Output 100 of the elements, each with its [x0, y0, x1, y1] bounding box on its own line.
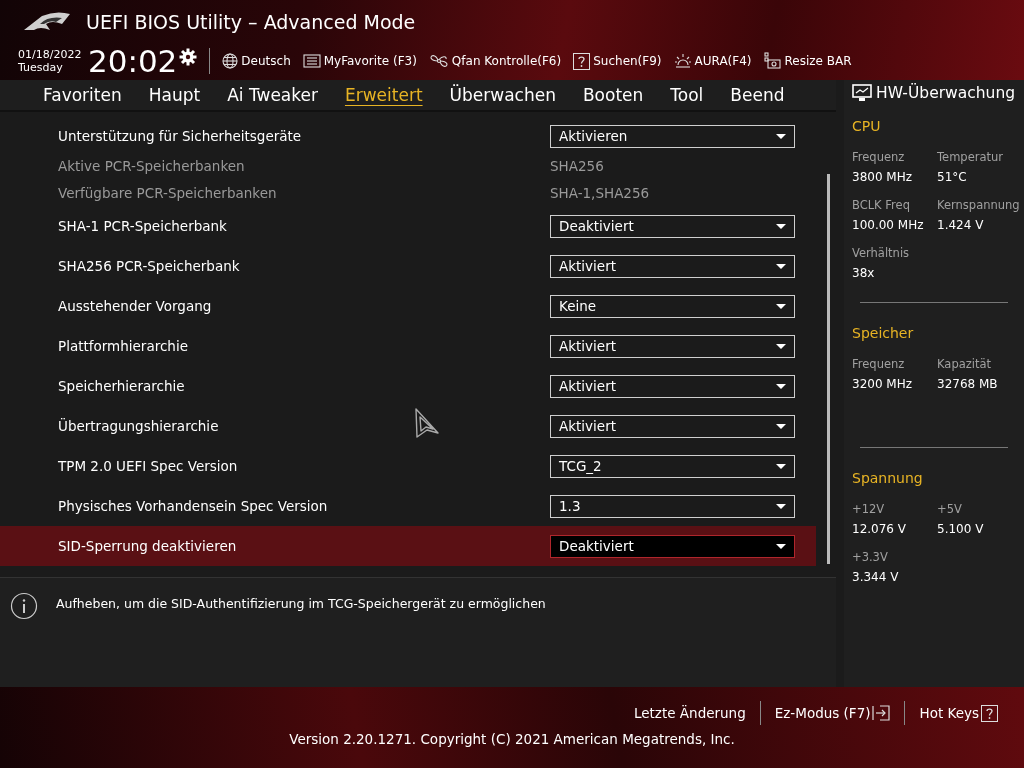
selected-row-highlight[interactable]: SID-Sperrung deaktivieren Deaktiviert [0, 526, 816, 566]
caret-icon [776, 263, 786, 269]
setting-row[interactable]: Verfügbare PCR-Speicherbanken SHA-1,SHA256 [0, 179, 816, 206]
toolbar-button[interactable]: Resize BAR [763, 52, 852, 70]
footer-button[interactable]: Letzte Änderung [620, 705, 760, 721]
menu-tab[interactable]: Booten [569, 85, 657, 105]
setting-dropdown[interactable]: Aktiviert [550, 254, 795, 278]
setting-label: Ausstehender Vorgang [58, 298, 213, 314]
menu-tab[interactable]: Erweitert [331, 85, 436, 105]
card-icon [763, 52, 782, 70]
help-icon [573, 52, 591, 70]
setting-row[interactable]: Unterstützung für Sicherheitsgeräte Aktivieren [0, 120, 816, 152]
day-text: Tuesday [18, 61, 64, 74]
setting-dropdown[interactable]: Aktiviert [550, 374, 795, 398]
section-title: Speicher [852, 325, 915, 341]
setting-row[interactable]: Übertragungshierarchie Aktiviert [0, 406, 816, 446]
setting-label: SHA256 PCR-Speicherbank [58, 258, 241, 274]
section-title: Spannung [852, 470, 924, 486]
menu-tab[interactable]: Überwachen [436, 85, 569, 105]
setting-row[interactable]: TPM 2.0 UEFI Spec Version TCG_2 [0, 446, 816, 486]
clock-time: 20:02 [88, 43, 178, 79]
setting-label: Verfügbare PCR-Speicherbanken [58, 184, 278, 201]
menu-tab[interactable]: Tool [657, 85, 717, 105]
setting-dropdown[interactable]: TCG_2 [550, 454, 795, 478]
stat-value: 5.100 V [937, 522, 985, 536]
stat-label: Kapazität [937, 357, 993, 371]
setting-value: SHA-1,SHA256 [550, 184, 650, 201]
setting-label: SHA-1 PCR-Speicherbank [58, 218, 228, 234]
stat-value: 12.076 V [852, 522, 907, 536]
caret-icon [776, 543, 786, 549]
stat-value: 100.00 MHz [852, 218, 925, 232]
help-icon [981, 704, 998, 722]
setting-dropdown[interactable]: Keine [550, 294, 795, 318]
setting-label: Übertragungshierarchie [58, 418, 220, 434]
pointer-icon [414, 407, 440, 439]
setting-label: Unterstützung für Sicherheitsgeräte [58, 128, 303, 144]
caret-icon [776, 503, 786, 509]
menu-tab[interactable]: Beend [717, 85, 798, 105]
setting-row[interactable]: Physisches Vorhandensein Spec Version 1.3 [0, 486, 816, 526]
stat-label: Verhältnis [852, 246, 911, 260]
setting-row[interactable]: Aktive PCR-Speicherbanken SHA256 [0, 152, 816, 179]
toolbar-button[interactable]: MyFavorite (F3) [302, 54, 417, 68]
setting-row[interactable]: Ausstehender Vorgang Keine [0, 286, 816, 326]
monitor-icon [852, 84, 872, 102]
scrollbar[interactable] [827, 174, 830, 564]
stat-label: +12V [852, 502, 886, 516]
stat-value: 38x [852, 266, 876, 280]
setting-row[interactable]: SHA-1 PCR-Speicherbank Deaktiviert [0, 206, 816, 246]
setting-label: Physisches Vorhandensein Spec Version [58, 498, 329, 514]
globe-icon [222, 53, 239, 69]
list-icon [302, 54, 321, 68]
fan-icon [428, 53, 449, 69]
setting-dropdown[interactable]: 1.3 [550, 494, 795, 518]
setting-dropdown[interactable]: Aktiviert [550, 414, 795, 438]
stat-label: Temperatur [937, 150, 1005, 164]
settings-icon [179, 48, 198, 66]
setting-label: Plattformhierarchie [58, 338, 189, 354]
caret-icon [776, 133, 786, 139]
stat-label: +3.3V [852, 550, 889, 564]
help-text: Aufheben, um die SID-Authentifizierung im TCG-Speichergerät zu ermöglichen [56, 596, 546, 611]
caret-icon [776, 343, 786, 349]
stat-value: 3200 MHz [852, 377, 914, 391]
menu-tab[interactable]: Favoriten [30, 85, 135, 105]
copyright-text: Version 2.20.1271. Copyright (C) 2021 American Megatrends, Inc. [289, 731, 735, 747]
stat-value: 3.344 V [852, 570, 900, 584]
footer-button[interactable]: Hot Keys [905, 704, 1012, 722]
exit-icon [872, 705, 891, 721]
stat-label: Frequenz [852, 357, 906, 371]
stat-label: Frequenz [852, 150, 906, 164]
setting-dropdown[interactable]: Deaktiviert [550, 214, 795, 238]
stat-value: 51°C [937, 170, 968, 184]
toolbar-button[interactable]: Qfan Kontrolle(F6) [428, 53, 562, 69]
window-title: UEFI BIOS Utility – Advanced Mode [86, 11, 416, 33]
caret-icon [776, 383, 786, 389]
setting-row[interactable]: Plattformhierarchie Aktiviert [0, 326, 816, 366]
caret-icon [776, 423, 786, 429]
toolbar-button[interactable]: Deutsch [222, 53, 291, 69]
setting-row[interactable]: SHA256 PCR-Speicherbank Aktiviert [0, 246, 816, 286]
menu-tab[interactable]: Ai Tweaker [214, 85, 331, 105]
setting-label: Speicherhierarchie [58, 378, 186, 394]
toolbar-button[interactable]: Suchen(F9) [573, 52, 662, 70]
stat-value: 1.424 V [937, 218, 985, 232]
caret-icon [776, 223, 786, 229]
stat-label: BCLK Freq [852, 198, 911, 212]
footer-button[interactable]: Ez-Modus (F7) [760, 705, 905, 721]
stat-value: 32768 MB [937, 377, 999, 391]
setting-dropdown[interactable]: Aktiviert [550, 334, 795, 358]
date-text: 01/18/2022 [18, 48, 83, 61]
setting-dropdown[interactable]: Aktivieren [550, 124, 795, 148]
section-title: CPU [852, 118, 882, 134]
info-icon [10, 592, 38, 620]
toolbar-button[interactable]: AURA(F4) [673, 53, 752, 69]
setting-dropdown[interactable]: Deaktiviert [550, 534, 795, 558]
setting-label: SID-Sperrung deaktivieren [58, 538, 238, 554]
light-icon [673, 53, 692, 69]
setting-row[interactable]: Speicherhierarchie Aktiviert [0, 366, 816, 406]
setting-label: TPM 2.0 UEFI Spec Version [58, 458, 239, 474]
panel-title: HW-Überwachung [876, 84, 1016, 102]
menu-tab[interactable]: Haupt [135, 85, 214, 105]
stat-label: +5V [937, 502, 963, 516]
